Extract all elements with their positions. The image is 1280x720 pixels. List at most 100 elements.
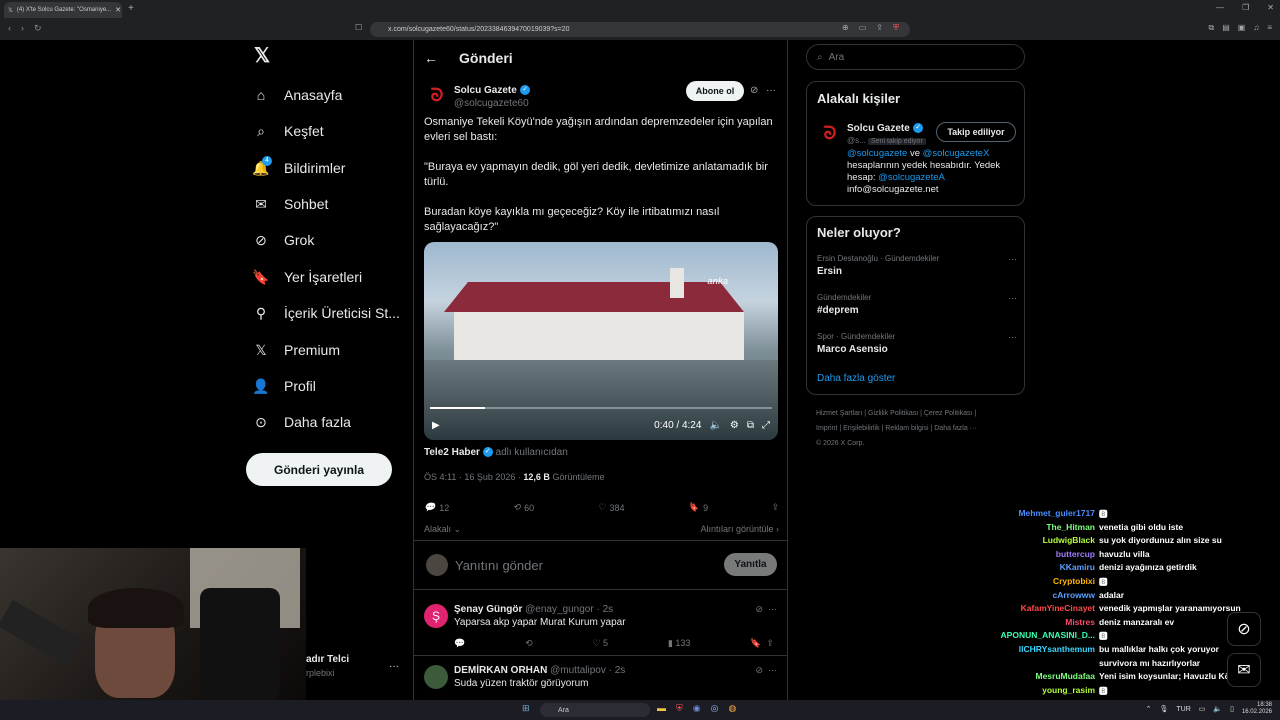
bookmark-page-icon[interactable]: ☐: [355, 23, 362, 32]
nav-item-x[interactable]: 𝕏 Premium: [252, 338, 340, 362]
nav-item-home[interactable]: ⌂ Anasayfa: [252, 83, 343, 107]
sort-related-dropdown[interactable]: Alakalı ⌄: [424, 524, 461, 535]
reply-action[interactable]: 💬 12: [424, 502, 449, 513]
volume-icon[interactable]: 🔈: [1213, 705, 1222, 713]
like-action[interactable]: ♡ 5: [592, 638, 608, 649]
fullscreen-icon[interactable]: ⤢: [762, 420, 770, 431]
trend-item[interactable]: Ersin Destanoğlu · Gündemdekiler Ersin ·…: [817, 254, 1017, 277]
language-indicator[interactable]: TUR: [1176, 706, 1190, 713]
tweet-time[interactable]: ÖS 4:11 · 16 Şub 2026 ·: [424, 472, 523, 482]
nav-item-grok[interactable]: ⊘ Grok: [252, 228, 314, 252]
like-action[interactable]: ♡ 384: [597, 502, 624, 513]
browser-tab[interactable]: 𝕏 (4) X'te Solcu Gazete: "Osmaniye... ✕: [4, 2, 122, 18]
reply-avatar[interactable]: [424, 665, 448, 689]
menu-icon[interactable]: ≡: [1267, 23, 1272, 33]
nav-item-person[interactable]: 👤 Profil: [252, 374, 316, 398]
source-name[interactable]: Tele2 Haber: [424, 447, 480, 458]
more-icon[interactable]: ···: [768, 604, 777, 614]
clock[interactable]: 18:38 16.02.2026: [1242, 702, 1272, 716]
more-icon[interactable]: ···: [768, 665, 777, 675]
battery-icon[interactable]: ▯: [1230, 705, 1234, 713]
reply-item[interactable]: Ş Şenay Güngör @enay_gungor · 2s Yaparsa…: [414, 596, 787, 656]
back-arrow-icon[interactable]: ‹: [8, 23, 11, 34]
grok-icon[interactable]: ⊘: [750, 85, 758, 96]
play-icon[interactable]: ▶: [432, 420, 440, 431]
back-arrow-icon[interactable]: ←: [424, 50, 438, 66]
reply-submit-button[interactable]: Yanıtla: [724, 553, 777, 576]
account-more-icon[interactable]: ···: [389, 661, 399, 672]
reply-avatar[interactable]: Ş: [424, 604, 448, 628]
network-icon[interactable]: ▭: [1199, 705, 1206, 713]
more-icon[interactable]: ···: [1008, 254, 1017, 264]
share-icon[interactable]: ⇪: [771, 502, 779, 513]
footer-line[interactable]: Hizmet Şartları | Gizlilik Politikası | …: [816, 406, 1016, 421]
cast-icon[interactable]: ▭: [859, 23, 867, 33]
discord-icon[interactable]: ◉: [693, 703, 701, 714]
subscribe-button[interactable]: Abone ol: [686, 81, 744, 101]
reload-icon[interactable]: ↻: [34, 23, 42, 34]
view-quotes-link[interactable]: Alıntıları görüntüle ›: [700, 524, 779, 535]
video-player[interactable]: anka ▶ 0:40 / 4:24 🔈 ⚙ ⧉ ⤢: [424, 242, 778, 440]
restore-icon[interactable]: ❐: [1242, 3, 1249, 12]
bookmark-action[interactable]: 🔖 9: [688, 502, 708, 513]
related-avatar[interactable]: ᘐ: [817, 120, 843, 146]
nav-item-creator[interactable]: ⚲ İçerik Üreticisi St...: [252, 301, 400, 325]
footer-line[interactable]: Imprint | Erişilebilirlik | Reklam bilgi…: [816, 421, 1016, 436]
show-more-link[interactable]: Daha fazla göster: [817, 373, 895, 384]
reply-icon[interactable]: 💬: [454, 638, 465, 649]
bio-mention[interactable]: @solcugazete: [847, 148, 907, 159]
video-progress-bar[interactable]: [430, 407, 772, 409]
account-switcher[interactable]: adır Telci rplebixi: [306, 654, 349, 678]
more-icon[interactable]: ···: [1008, 293, 1017, 303]
bookmark-icon[interactable]: 🔖 ⇪: [750, 638, 774, 649]
grok-icon[interactable]: ⊘: [755, 604, 763, 614]
close-tab-icon[interactable]: ✕: [115, 6, 121, 14]
address-bar[interactable]: x.com/solcugazete60/status/2023384639470…: [370, 22, 910, 37]
bio-mention[interactable]: @solcugazeteA: [878, 172, 945, 183]
settings-icon[interactable]: ⚙: [730, 420, 739, 431]
nav-item-bookmark[interactable]: 🔖 Yer İşaretleri: [252, 265, 362, 289]
music-icon[interactable]: ♫: [1253, 23, 1259, 33]
author-avatar[interactable]: ᘐ: [424, 82, 450, 108]
steam-icon[interactable]: ◎: [711, 703, 719, 714]
extensions-icon[interactable]: ⧉: [1208, 23, 1214, 33]
brave-shield-icon[interactable]: ⛨: [893, 23, 899, 33]
share-icon[interactable]: ⇪: [876, 23, 883, 33]
more-icon[interactable]: ···: [1008, 332, 1017, 342]
author-name[interactable]: Solcu Gazete: [454, 85, 517, 96]
nav-item-more[interactable]: ⊙ Daha fazla: [252, 410, 351, 434]
reply-author-name[interactable]: Şenay Güngör: [454, 604, 522, 615]
trend-item[interactable]: Spor · Gündemdekiler Marco Asensio ···: [817, 332, 1017, 355]
reply-item[interactable]: DEMİRKAN ORHAN @muttalipov · 2s Suda yüz…: [414, 657, 787, 700]
bio-mention[interactable]: @solcugazeteX: [923, 148, 990, 159]
more-icon[interactable]: ···: [766, 85, 776, 96]
grok-fab-icon[interactable]: ⊘: [1227, 612, 1261, 646]
repost-action[interactable]: ⟲ 60: [513, 502, 535, 513]
x-logo-icon[interactable]: 𝕏: [254, 46, 274, 66]
forward-arrow-icon[interactable]: ›: [21, 23, 24, 34]
related-name[interactable]: Solcu Gazete: [847, 123, 910, 134]
volume-icon[interactable]: 🔈: [709, 420, 721, 431]
close-window-icon[interactable]: ✕: [1267, 3, 1274, 12]
brave-icon[interactable]: ⛨: [676, 703, 683, 714]
messages-fab-icon[interactable]: ✉: [1227, 653, 1261, 687]
minimize-icon[interactable]: —: [1216, 3, 1224, 12]
trend-item[interactable]: Gündemdekiler #deprem ···: [817, 293, 1017, 316]
views-action[interactable]: ▮ 133: [668, 638, 690, 649]
following-button[interactable]: Takip ediliyor: [936, 122, 1016, 142]
reply-input[interactable]: Yanıtını gönder: [455, 558, 543, 573]
author-handle[interactable]: @solcugazete60: [454, 98, 530, 109]
file-explorer-icon[interactable]: ▬: [657, 703, 666, 714]
chrome-icon[interactable]: ◍: [728, 703, 736, 714]
repost-icon[interactable]: ⟲: [525, 638, 533, 649]
pip-icon[interactable]: ⧉: [747, 420, 754, 431]
sidebar-icon[interactable]: ▤: [1222, 23, 1230, 33]
tray-chevron-icon[interactable]: ⌃: [1146, 705, 1152, 713]
windows-start-icon[interactable]: ⊞: [522, 703, 530, 714]
nav-item-search[interactable]: ⌕ Keşfet: [252, 119, 324, 143]
reply-author-name[interactable]: DEMİRKAN ORHAN: [454, 665, 547, 676]
grok-icon[interactable]: ⊘: [755, 665, 763, 675]
mic-icon[interactable]: 🎙: [1159, 705, 1168, 713]
search-input[interactable]: ⌕ Ara: [806, 44, 1025, 70]
post-button[interactable]: Gönderi yayınla: [246, 453, 392, 486]
